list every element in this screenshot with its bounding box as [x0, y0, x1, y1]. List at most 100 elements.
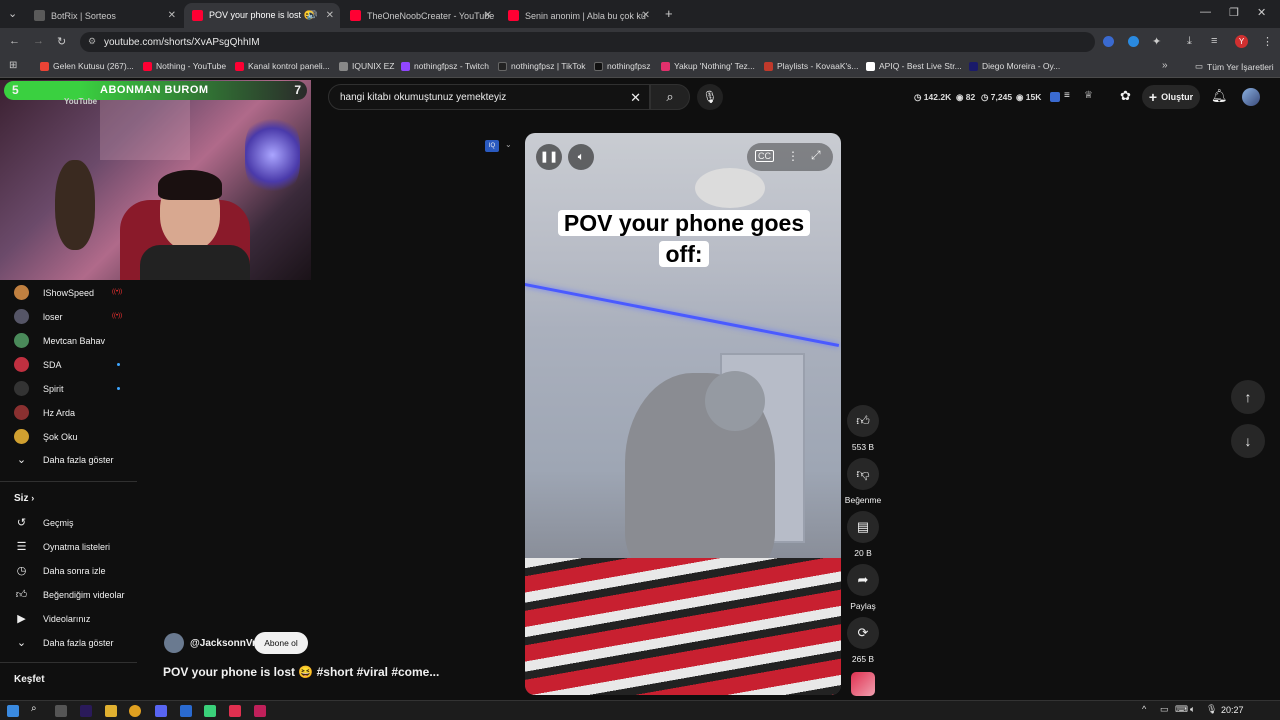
app-icon[interactable]: [254, 705, 266, 717]
task-view-icon[interactable]: [55, 705, 67, 717]
channel-avatar[interactable]: [164, 633, 184, 653]
shorts-video-player[interactable]: POV your phone goes off: ❚❚ 🔈︎ CC ⋮ ⤢: [525, 133, 841, 695]
chrome-icon[interactable]: [129, 705, 141, 717]
next-short-button[interactable]: ↓: [1231, 424, 1265, 458]
tab-senin-anonim[interactable]: Senin anonim | Abla bu çok kü ✕: [500, 3, 656, 28]
microphone-icon[interactable]: 🎙: [1206, 704, 1217, 715]
file-explorer-icon[interactable]: [105, 705, 117, 717]
reload-icon[interactable]: ↻: [57, 35, 66, 48]
discord-icon[interactable]: [155, 705, 167, 717]
comments-button[interactable]: ▤ 20 B: [844, 511, 882, 558]
audio-playing-icon[interactable]: 🔊: [307, 10, 318, 21]
sidebar-item-liked-videos[interactable]: 👍︎ Beğendiğim videolar: [14, 588, 125, 601]
list-icon[interactable]: ≡: [1064, 90, 1070, 101]
bookmark-item[interactable]: APIQ - Best Live Str...: [866, 61, 962, 71]
app-icon[interactable]: [229, 705, 241, 717]
address-bar[interactable]: ⚙ youtube.com/shorts/XvAPsgQhhIM: [80, 32, 1095, 52]
dislike-button[interactable]: 👎︎ Beğenme: [844, 458, 882, 505]
restore-icon[interactable]: ❐: [1229, 6, 1239, 19]
sidebar-item-playlists[interactable]: ☰ Oynatma listeleri: [14, 540, 110, 553]
remix-button[interactable]: ⟳ 265 B: [844, 617, 882, 664]
download-icon[interactable]: ⤓: [1187, 35, 1192, 48]
bookmark-item[interactable]: Kanal kontrol paneli...: [235, 61, 330, 71]
tab-search-icon[interactable]: ⌄: [8, 7, 17, 20]
account-avatar[interactable]: [1242, 88, 1260, 106]
close-tab-icon[interactable]: ✕: [484, 10, 492, 21]
windows-start-icon[interactable]: [7, 705, 19, 717]
sound-thumbnail[interactable]: [851, 672, 875, 696]
volume-button[interactable]: 🔈︎: [568, 144, 594, 170]
captions-icon[interactable]: CC: [755, 150, 774, 162]
bookmark-item[interactable]: IQUNIX EZ: [339, 61, 395, 71]
all-bookmarks[interactable]: ▭ Tüm Yer İşaretleri: [1195, 61, 1274, 72]
sidebar-you-header[interactable]: Siz ›: [14, 493, 34, 504]
sidebar-sub-loser[interactable]: loser: [14, 309, 63, 324]
sidebar-sub-hzarda[interactable]: Hz Arda: [14, 405, 75, 420]
clear-search-icon[interactable]: ✕: [630, 90, 641, 106]
search-icon[interactable]: ⌕: [31, 703, 43, 715]
previous-short-button[interactable]: ↑: [1231, 380, 1265, 414]
menu-kebab-icon[interactable]: ⋮: [1262, 35, 1273, 48]
subscribe-button[interactable]: Abone ol: [254, 632, 308, 654]
sidebar-item-watch-later[interactable]: ◷ Daha sonra izle: [14, 564, 106, 577]
trophy-icon[interactable]: ♕: [1084, 90, 1093, 101]
premiere-icon[interactable]: [80, 705, 92, 717]
media-control-icon[interactable]: ≡: [1211, 35, 1217, 47]
site-info-icon[interactable]: ⚙: [88, 36, 96, 47]
sidebar-item-history[interactable]: ↺ Geçmiş: [14, 516, 74, 529]
bookmark-item[interactable]: Yakup 'Nothing' Tez...: [661, 61, 755, 71]
extension-gear-icon[interactable]: ✿: [1120, 88, 1131, 104]
profile-avatar-icon[interactable]: Y: [1235, 35, 1248, 48]
tab-botrix[interactable]: BotRix | Sorteos ✕: [26, 3, 182, 28]
fullscreen-icon[interactable]: ⤢: [811, 148, 821, 163]
vidiq-icon[interactable]: [1050, 92, 1060, 102]
voice-search-button[interactable]: 🎙: [697, 84, 723, 110]
apps-grid-icon[interactable]: ⊞: [9, 60, 17, 71]
sidebar-sub-sda[interactable]: SDA: [14, 357, 62, 372]
sidebar-item-your-videos[interactable]: ▶ Videolarınız: [14, 612, 90, 625]
chevron-down-icon[interactable]: ⌄: [505, 140, 512, 149]
sidebar-sub-spirit[interactable]: Spirit: [14, 381, 64, 396]
sidebar-sub-sokoku[interactable]: Şok Oku: [14, 429, 78, 444]
forward-icon[interactable]: →: [33, 35, 44, 47]
close-tab-icon[interactable]: ✕: [326, 10, 334, 21]
tray-overflow-icon[interactable]: ^: [1142, 704, 1146, 714]
vidiq-badge-icon[interactable]: IQ: [485, 140, 499, 152]
notifications-bell-icon[interactable]: 🔔︎: [1211, 88, 1228, 104]
tray-icon[interactable]: ▭: [1160, 704, 1169, 715]
bookmark-item[interactable]: Gelen Kutusu (267)...: [40, 61, 134, 71]
like-button[interactable]: 👍︎ 553 B: [844, 405, 882, 452]
bookmark-item[interactable]: nothingfpsz | TikTok: [498, 61, 586, 71]
speaker-icon[interactable]: 🔈︎: [1190, 704, 1195, 715]
extension-icon[interactable]: [1103, 36, 1114, 47]
share-button[interactable]: ➦ Paylaş: [844, 564, 882, 611]
close-tab-icon[interactable]: ✕: [168, 10, 176, 21]
search-input[interactable]: hangi kitabı okumuştunuz yemekteyiz ✕: [328, 84, 650, 110]
extension-icon[interactable]: [1128, 36, 1139, 47]
extensions-puzzle-icon[interactable]: ✦: [1152, 35, 1161, 48]
app-icon[interactable]: [204, 705, 216, 717]
search-button[interactable]: ⌕: [650, 84, 690, 110]
bookmark-item[interactable]: nothingfpsz: [594, 61, 650, 71]
pause-button[interactable]: ❚❚: [536, 144, 562, 170]
create-button[interactable]: + Oluştur: [1142, 85, 1200, 109]
back-icon[interactable]: ←: [9, 35, 20, 47]
minimize-icon[interactable]: —: [1200, 6, 1211, 18]
tab-active-short[interactable]: POV your phone is lost 😆 🔊 ✕: [184, 3, 340, 28]
short-title[interactable]: POV your phone is lost 😆 #short #viral #…: [163, 665, 439, 679]
tab-theonenoobcreater[interactable]: TheOneNoobCreater - YouTube ✕: [342, 3, 498, 28]
close-tab-icon[interactable]: ✕: [642, 10, 650, 21]
more-options-icon[interactable]: ⋮: [787, 149, 799, 163]
bookmark-item[interactable]: nothingfpsz - Twitch: [401, 61, 489, 71]
sidebar-show-more-2[interactable]: ⌄ Daha fazla göster: [14, 636, 114, 649]
sidebar-show-more[interactable]: ⌄ Daha fazla göster: [14, 453, 114, 466]
bookmark-item[interactable]: Playlists - KovaaK's...: [764, 61, 858, 71]
sidebar-sub-ishowspeed[interactable]: IShowSpeed: [14, 285, 94, 300]
bookmark-item[interactable]: Diego Moreira - Oy...: [969, 61, 1060, 71]
new-tab-icon[interactable]: +: [665, 6, 673, 21]
bookmarks-overflow-icon[interactable]: »: [1162, 60, 1168, 71]
network-icon[interactable]: ⌨: [1175, 704, 1188, 715]
app-icon[interactable]: [180, 705, 192, 717]
channel-name[interactable]: @JacksonnVr: [190, 638, 256, 649]
sidebar-sub-mevtcan[interactable]: Mevtcan Bahav: [14, 333, 105, 348]
